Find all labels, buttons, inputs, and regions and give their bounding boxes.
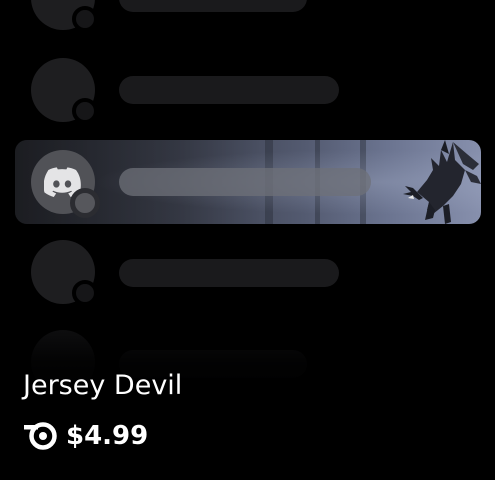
nameplate-preview bbox=[15, 140, 481, 224]
jersey-devil-creature-art bbox=[403, 140, 481, 224]
placeholder-row bbox=[0, 0, 495, 394]
status-indicator bbox=[70, 188, 100, 218]
price-label: $4.99 bbox=[66, 421, 149, 451]
placeholder-status-dot bbox=[72, 280, 98, 306]
price-row: $4.99 bbox=[24, 418, 148, 454]
orbs-icon bbox=[24, 422, 57, 450]
nameplate-shop-card[interactable]: Jersey Devil $4.99 bbox=[0, 0, 495, 480]
product-name: Jersey Devil bbox=[23, 370, 183, 401]
placeholder-name-bar bbox=[119, 259, 339, 287]
placeholder-status-dot bbox=[72, 98, 98, 124]
username-bar bbox=[119, 168, 371, 196]
